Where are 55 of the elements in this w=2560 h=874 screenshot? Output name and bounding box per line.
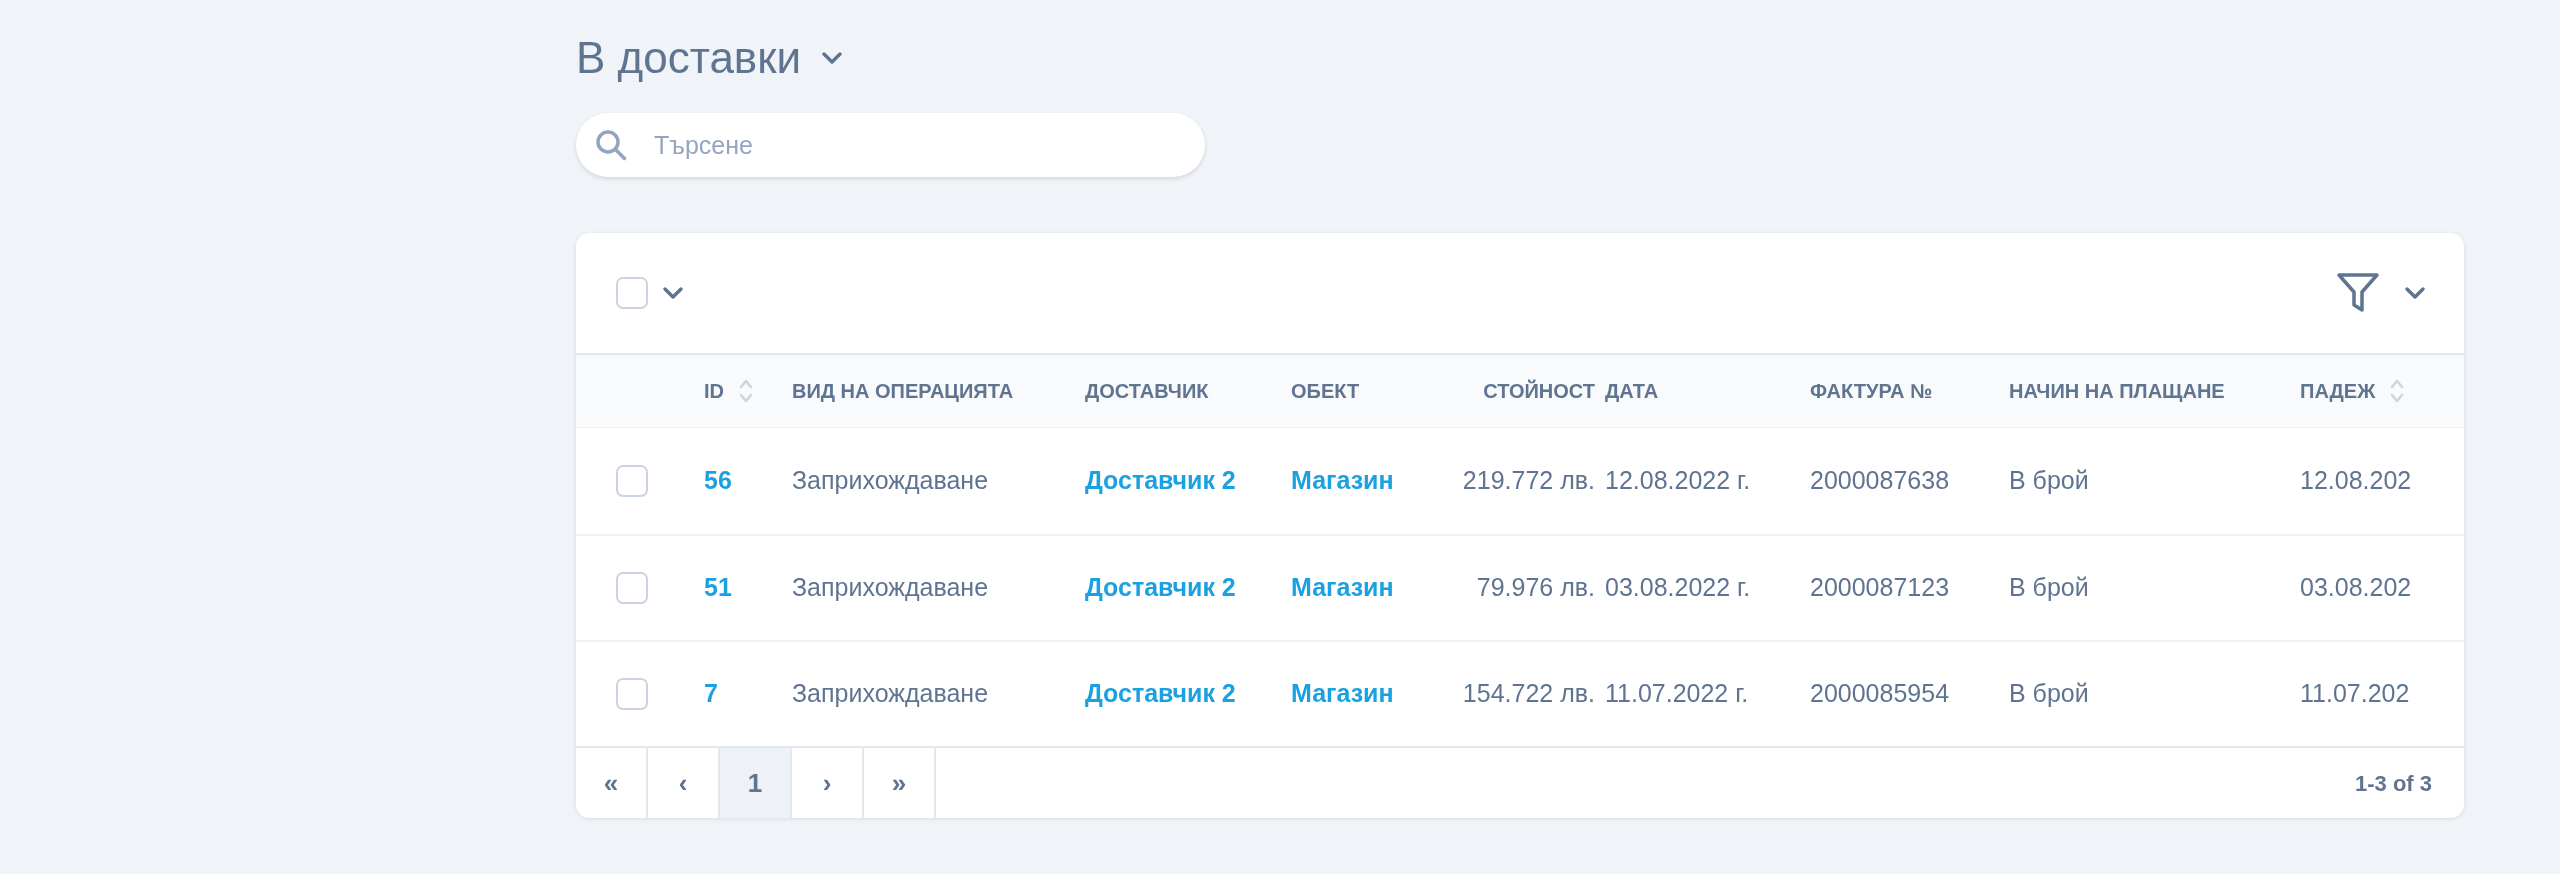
table-cell-text: Заприхождаване: [792, 678, 989, 710]
select-all-checkbox[interactable]: [616, 277, 648, 309]
table-cell-text: В брой: [2009, 678, 2089, 710]
column-header: ДАТА: [1605, 379, 1659, 404]
table-cell-text: 11.07.2022 г.: [1605, 678, 1749, 710]
page-button[interactable]: ‹: [648, 748, 720, 818]
table-cell-text: 79.976 лв.: [1476, 572, 1595, 604]
table-link[interactable]: Доставчик 2: [1085, 569, 1236, 607]
column-header[interactable]: ID: [704, 376, 754, 406]
table-link[interactable]: Магазин: [1291, 675, 1394, 713]
column-header: ДОСТАВЧИК: [1085, 379, 1209, 404]
search-field[interactable]: Търсене: [576, 113, 1205, 177]
row-checkbox[interactable]: [616, 572, 648, 604]
sort-icon[interactable]: [738, 377, 754, 405]
sort-icon[interactable]: [2389, 377, 2406, 405]
chevron-down-icon[interactable]: [821, 51, 844, 65]
table-cell-text: 219.772 лв.: [1462, 465, 1595, 497]
table-link[interactable]: Магазин: [1291, 462, 1394, 500]
column-header: ФАКТУРА №: [1810, 379, 1933, 404]
table-cell-text: 154.722 лв.: [1462, 678, 1595, 710]
table-link[interactable]: Магазин: [1291, 569, 1394, 607]
column-header[interactable]: ПАДЕЖ: [2300, 376, 2406, 406]
page-button[interactable]: »: [864, 748, 936, 818]
page-button[interactable]: «: [576, 748, 648, 818]
search-icon: [594, 128, 628, 162]
table-cell-text: Заприхождаване: [792, 572, 989, 604]
table-cell-text: В брой: [2009, 465, 2089, 497]
row-checkbox[interactable]: [616, 678, 648, 710]
column-header: ОБЕКТ: [1291, 379, 1360, 404]
page-button[interactable]: 1: [720, 748, 792, 818]
table-cell-text: 12.08.2022 г.: [1605, 465, 1751, 497]
filter-icon[interactable]: [2336, 271, 2380, 315]
table-cell-text: 11.07.202: [2300, 678, 2410, 710]
chevron-down-icon[interactable]: [2404, 286, 2426, 300]
table-cell-text: 12.08.202: [2300, 465, 2412, 497]
table-cell-text: 03.08.202: [2300, 572, 2412, 604]
chevron-down-icon[interactable]: [662, 286, 684, 300]
table-cell-text: Заприхождаване: [792, 465, 989, 497]
column-header: ВИД НА ОПЕРАЦИЯТА: [792, 379, 1014, 404]
pagination-range: 1-3 of 3: [2354, 769, 2433, 798]
table-link[interactable]: 51: [704, 569, 732, 607]
page-title: В доставки: [576, 36, 802, 80]
table-cell-text: 2000087123: [1810, 572, 1950, 604]
page-button[interactable]: ›: [792, 748, 864, 818]
row-checkbox[interactable]: [616, 465, 648, 497]
table-link[interactable]: Доставчик 2: [1085, 462, 1236, 500]
column-header: СТОЙНОСТ: [1483, 378, 1595, 404]
table-cell-text: 2000085954: [1810, 678, 1950, 710]
table-link[interactable]: 7: [704, 675, 718, 713]
table-cell-text: 03.08.2022 г.: [1605, 572, 1751, 604]
table-link[interactable]: Доставчик 2: [1085, 675, 1236, 713]
table-cell-text: 2000087638: [1810, 465, 1950, 497]
column-header: НАЧИН НА ПЛАЩАНЕ: [2009, 379, 2225, 404]
table-cell-text: В брой: [2009, 572, 2089, 604]
table-link[interactable]: 56: [704, 462, 732, 500]
